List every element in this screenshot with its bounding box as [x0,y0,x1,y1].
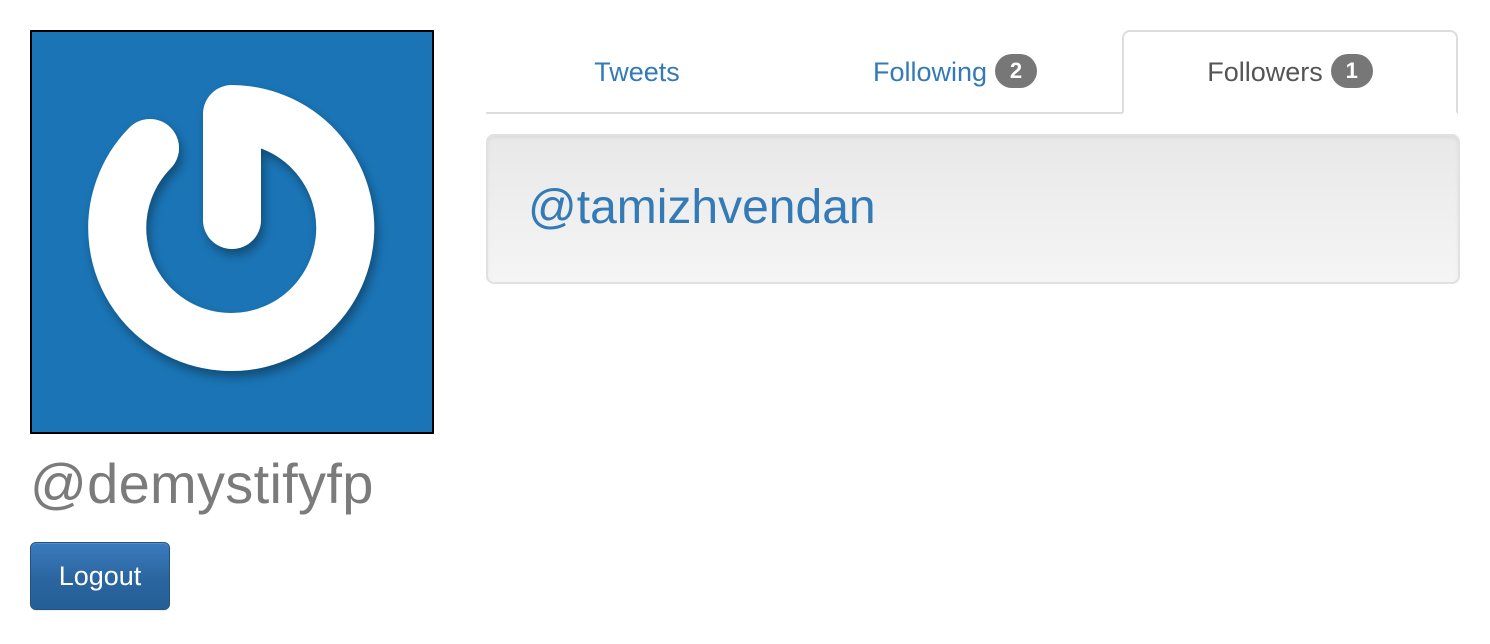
avatar [30,30,434,434]
followers-count-badge: 1 [1330,54,1373,88]
logout-button[interactable]: Logout [30,542,170,610]
tab-following-label: Following [872,57,988,87]
tab-following[interactable]: Following 2 [788,30,1122,114]
profile-handle: @demystifyfp [30,452,374,515]
tab-followers-label: Followers [1207,57,1323,87]
tab-tweets-label: Tweets [594,57,680,87]
follower-handle-link[interactable]: @tamizhvendan [528,178,876,238]
tab-tweets[interactable]: Tweets [486,30,788,114]
profile-tabs: Tweets Following 2 Followers 1 [486,30,1458,114]
tab-followers[interactable]: Followers 1 [1122,30,1458,114]
following-count-badge: 2 [995,54,1038,88]
profile-page: @demystifyfp Logout Tweets Following 2 Fo… [0,0,1490,644]
power-logo-icon [88,85,375,371]
follower-list-item: @tamizhvendan [486,134,1460,284]
